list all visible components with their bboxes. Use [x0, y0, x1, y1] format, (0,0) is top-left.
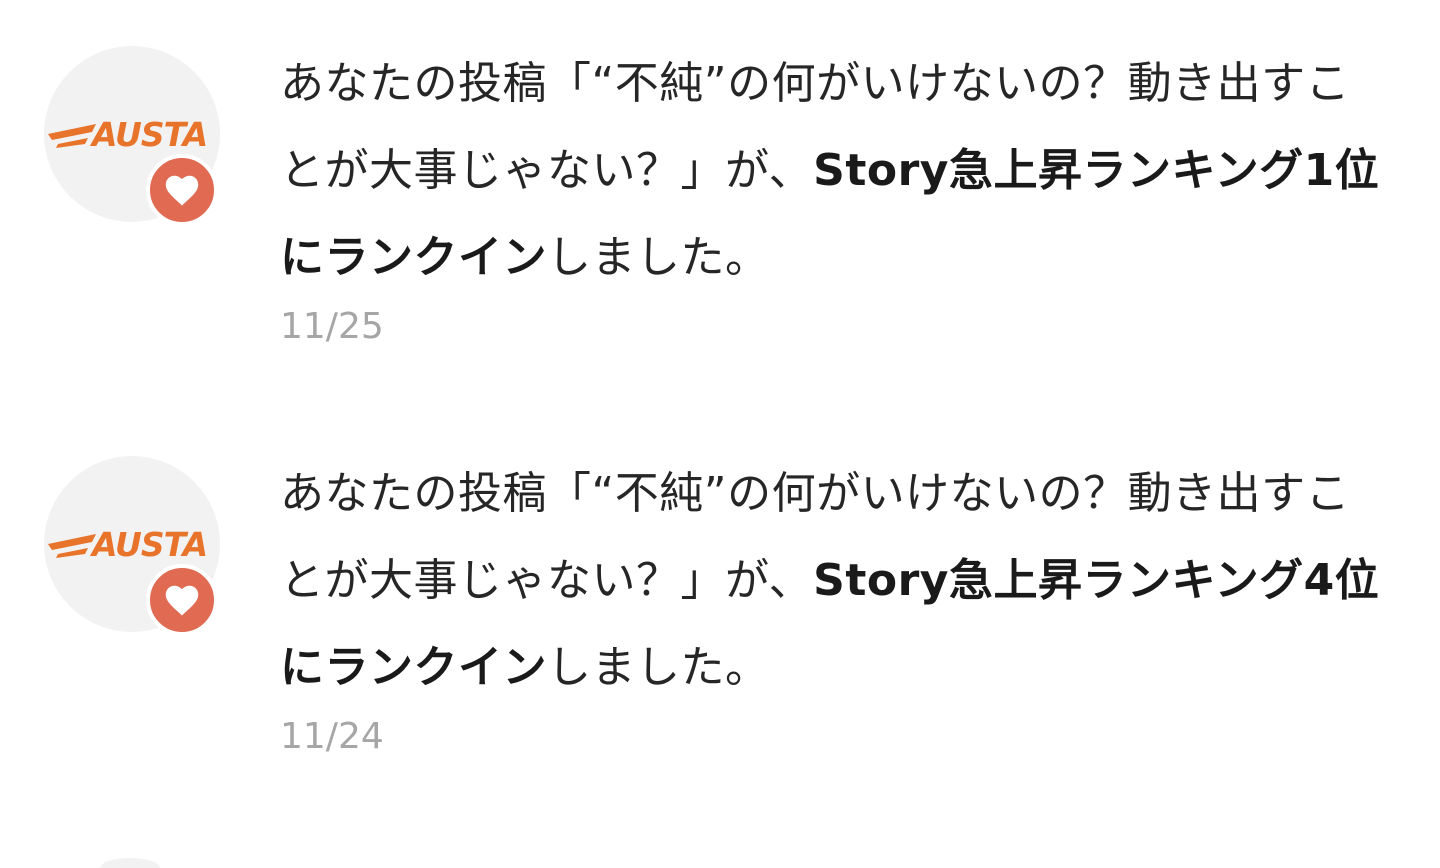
next-avatar-peek — [100, 858, 160, 868]
heart-icon — [165, 585, 199, 616]
notification-content: あなたの投稿「“不純”の何がいけないの？動き出すことが大事じゃない？」が、Sto… — [280, 450, 1390, 759]
message-suffix: しました。 — [547, 232, 770, 283]
notification-date: 11/24 — [280, 716, 384, 757]
avatar[interactable]: AUSTA — [44, 46, 220, 226]
heart-icon — [165, 175, 199, 206]
heart-badge — [146, 154, 218, 226]
notification-item[interactable]: AUSTA あなたの投稿「“不純”の何がいけないの？動き出すことが大事じゃない？… — [0, 40, 1440, 440]
svg-text:AUSTA: AUSTA — [89, 115, 207, 154]
svg-text:AUSTA: AUSTA — [89, 525, 207, 564]
notification-date: 11/25 — [280, 306, 384, 347]
notification-content: あなたの投稿「“不純”の何がいけないの？動き出すことが大事じゃない？」が、Sto… — [280, 40, 1390, 349]
avatar[interactable]: AUSTA — [44, 456, 220, 636]
heart-badge — [146, 564, 218, 636]
notification-message: あなたの投稿「“不純”の何がいけないの？動き出すことが大事じゃない？」が、Sto… — [280, 40, 1390, 301]
message-suffix: しました。 — [547, 642, 770, 693]
notification-feed: AUSTA あなたの投稿「“不純”の何がいけないの？動き出すことが大事じゃない？… — [0, 0, 1440, 868]
notification-item[interactable]: AUSTA あなたの投稿「“不純”の何がいけないの？動き出すことが大事じゃない？… — [0, 450, 1440, 850]
austa-logo: AUSTA — [48, 115, 208, 154]
austa-logo: AUSTA — [48, 525, 208, 564]
notification-message: あなたの投稿「“不純”の何がいけないの？動き出すことが大事じゃない？」が、Sto… — [280, 450, 1390, 711]
